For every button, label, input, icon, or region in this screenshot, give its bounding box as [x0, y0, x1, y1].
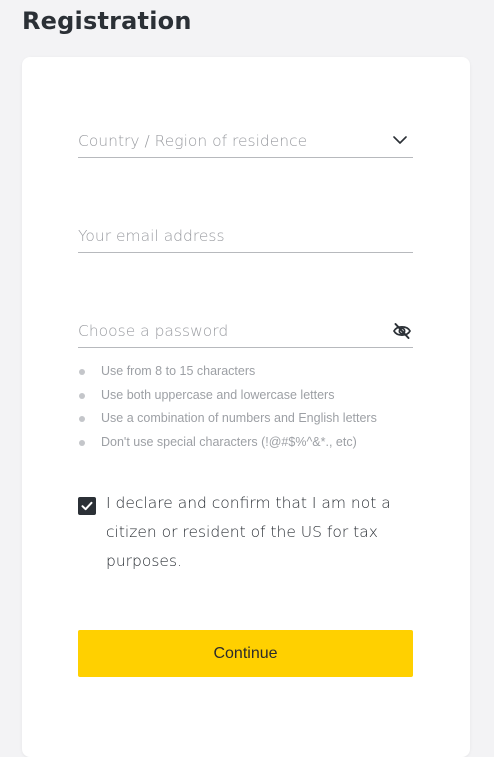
password-rule: Use both uppercase and lowercase letters: [78, 384, 438, 408]
bullet-icon: [79, 369, 85, 375]
declaration-text: I declare and confirm that I am not a ci…: [106, 494, 391, 570]
password-rule: Don't use special characters (!@#$%^&*.,…: [78, 431, 438, 455]
bullet-icon: [79, 392, 85, 399]
password-rule-text: Don't use special characters (!@#$%^&*.,…: [101, 434, 357, 449]
bullet-icon: [79, 416, 85, 422]
chevron-down-icon[interactable]: [393, 133, 407, 147]
password-rule-text: Use from 8 to 15 characters: [101, 364, 256, 378]
password-rule: Use a combination of numbers and English…: [78, 407, 438, 431]
email-field[interactable]: Your email address: [78, 222, 413, 253]
password-rule-text: Use both uppercase and lowercase letters: [101, 387, 335, 402]
page-title: Registration: [22, 7, 192, 35]
country-select[interactable]: Country / Region of residence: [78, 127, 413, 158]
bullet-icon: [79, 439, 85, 446]
continue-button[interactable]: Continue: [78, 630, 413, 677]
declaration-checkbox[interactable]: [78, 497, 96, 515]
checkmark-icon: [81, 501, 93, 511]
email-field-placeholder: Your email address: [78, 227, 225, 245]
eye-off-icon[interactable]: [392, 322, 412, 340]
password-field[interactable]: Choose a password: [78, 317, 413, 348]
country-select-placeholder: Country / Region of residence: [78, 132, 308, 150]
password-rule-text: Use a combination of numbers and English…: [101, 411, 377, 425]
password-field-placeholder: Choose a password: [78, 322, 229, 340]
password-rules-list: Use from 8 to 15 characters Use both upp…: [78, 360, 438, 454]
password-rule: Use from 8 to 15 characters: [78, 360, 438, 384]
registration-card: Country / Region of residence Your email…: [22, 57, 470, 757]
